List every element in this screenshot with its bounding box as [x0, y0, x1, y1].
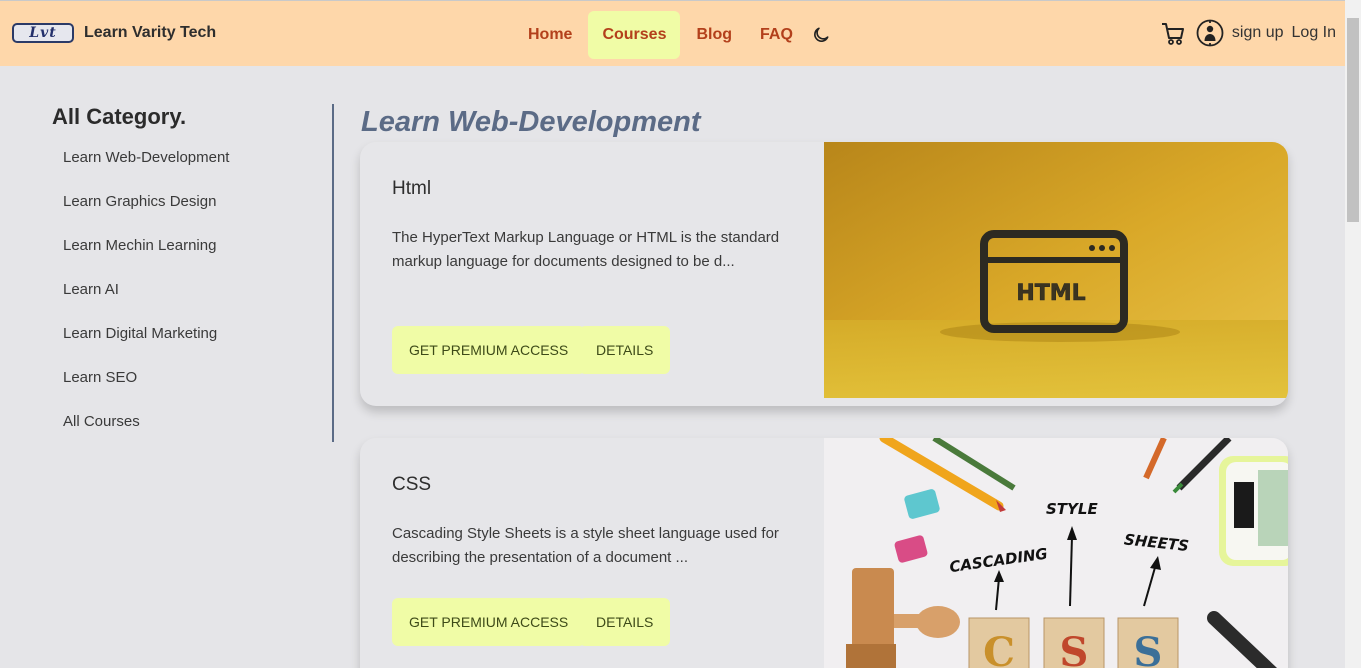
css-block-s2: S: [1134, 629, 1163, 668]
login-link[interactable]: Log In: [1292, 24, 1336, 42]
user-icon[interactable]: [1196, 19, 1224, 47]
course-image-css[interactable]: STYLE CASCADING SHEETS C S S: [824, 438, 1288, 668]
category-web-development[interactable]: Learn Web-Development: [52, 136, 332, 180]
course-description: The HyperText Markup Language or HTML is…: [392, 229, 780, 270]
course-image-html[interactable]: HTML: [824, 142, 1288, 398]
brand-name[interactable]: Learn Varity Tech: [84, 24, 216, 42]
details-button[interactable]: DETAILS: [579, 598, 671, 646]
category-sidebar: All Category. Learn Web-Development Lear…: [52, 104, 334, 442]
course-card-css: CSS Cascading Style Sheets is a style sh…: [360, 438, 1288, 668]
course-description: Cascading Style Sheets is a style sheet …: [392, 525, 779, 566]
course-title: Html: [392, 178, 432, 199]
category-graphics-design[interactable]: Learn Graphics Design: [52, 180, 332, 224]
category-digital-marketing[interactable]: Learn Digital Marketing: [52, 312, 332, 356]
course-card-html: Html The HyperText Markup Language or HT…: [360, 142, 1288, 406]
nav-home[interactable]: Home: [514, 11, 586, 59]
sidebar-title: All Category.: [52, 104, 187, 129]
brand[interactable]: Lvt Learn Varity Tech: [12, 23, 216, 43]
signup-link[interactable]: sign up: [1232, 24, 1284, 42]
category-ai[interactable]: Learn AI: [52, 268, 332, 312]
category-all-courses[interactable]: All Courses: [52, 400, 332, 444]
main-nav: Home Courses Blog FAQ: [514, 11, 831, 59]
css-block-c: C: [983, 629, 1015, 668]
css-block-s1: S: [1060, 629, 1089, 668]
cart-icon[interactable]: [1160, 19, 1186, 47]
page-scrollbar-thumb[interactable]: [1347, 18, 1359, 222]
category-list: Learn Web-Development Learn Graphics Des…: [52, 136, 332, 444]
premium-access-button[interactable]: GET PREMIUM ACCESS: [392, 598, 586, 646]
logo[interactable]: Lvt: [12, 23, 74, 43]
page-title: Learn Web-Development: [361, 106, 701, 138]
nav-courses[interactable]: Courses: [588, 11, 681, 59]
premium-access-button[interactable]: GET PREMIUM ACCESS: [392, 326, 586, 374]
details-button[interactable]: DETAILS: [579, 326, 671, 374]
moon-icon[interactable]: [811, 25, 831, 45]
category-seo[interactable]: Learn SEO: [52, 356, 332, 400]
nav-blog[interactable]: Blog: [682, 11, 746, 59]
account-area: sign up Log In: [1160, 19, 1336, 47]
course-title: CSS: [392, 474, 432, 495]
css-image-word-style: STYLE: [1046, 500, 1098, 518]
html-image-text: HTML: [1016, 281, 1085, 306]
category-machine-learning[interactable]: Learn Mechin Learning: [52, 224, 332, 268]
nav-faq[interactable]: FAQ: [746, 11, 807, 59]
top-navbar: Lvt Learn Varity Tech Home Courses Blog …: [0, 0, 1345, 66]
